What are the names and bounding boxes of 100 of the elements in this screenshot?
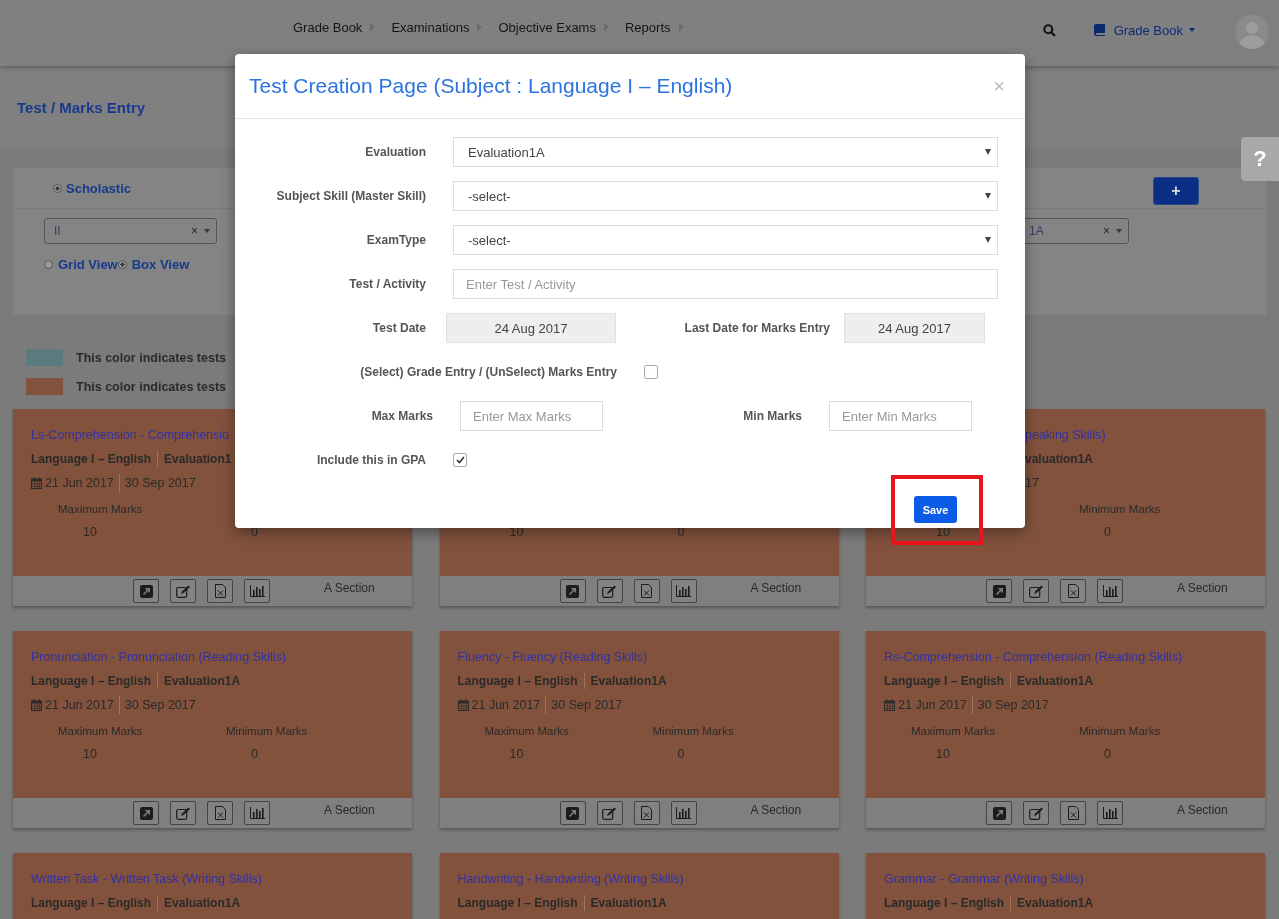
radio-icon[interactable] <box>53 183 62 193</box>
section-label: A Section <box>750 581 802 595</box>
help-button[interactable]: ? <box>1241 137 1279 181</box>
max-marks-label: Maximum Marks <box>58 503 143 515</box>
bar-chart-icon <box>249 807 265 819</box>
nav-menu-item[interactable]: Objective Exams <box>498 19 609 35</box>
edit-icon <box>602 806 617 820</box>
radio-option[interactable]: Scholastic <box>53 180 132 196</box>
checkbox[interactable] <box>453 453 467 467</box>
spreadsheet-file-icon <box>1067 584 1079 598</box>
spreadsheet-file-icon <box>214 806 226 820</box>
radio-icon[interactable] <box>44 260 53 269</box>
radio-icon[interactable] <box>117 260 127 269</box>
start-date: 21 Jun 2017 <box>898 698 967 712</box>
report-button[interactable] <box>244 801 270 825</box>
close-button[interactable]: × <box>987 73 1011 99</box>
bar-chart-icon <box>1102 585 1118 597</box>
arrow-square-icon <box>992 584 1006 598</box>
nav-menu-item[interactable]: Grade Book <box>293 19 376 35</box>
report-button[interactable] <box>1097 579 1123 603</box>
search-icon[interactable] <box>1042 23 1056 37</box>
evaluation-text: valuation1A <box>1025 452 1093 466</box>
radio-option[interactable]: Box View <box>117 257 190 272</box>
field-label: (Select) Grade Entry / (UnSelect) Marks Entry <box>359 365 617 379</box>
bar-chart-icon <box>676 585 691 597</box>
edit-button[interactable] <box>1023 579 1049 603</box>
report-button[interactable] <box>670 579 697 603</box>
open-button[interactable] <box>559 801 586 825</box>
open-button[interactable] <box>133 801 159 825</box>
radio-label: Box View <box>131 257 190 272</box>
edit-button[interactable] <box>596 801 623 825</box>
calendar-icon <box>31 699 42 711</box>
field-label: Test Date <box>371 321 426 335</box>
min-marks-value: 0 <box>1104 747 1111 761</box>
arrow-square-icon <box>566 806 579 820</box>
edit-icon <box>602 584 617 598</box>
dropdown-field[interactable]: -select- <box>453 225 998 255</box>
report-button[interactable] <box>670 801 697 825</box>
edit-button[interactable] <box>596 579 623 603</box>
end-date: 30 Sep 2017 <box>124 698 196 712</box>
nav-menu-item[interactable]: Examinations <box>391 19 483 35</box>
calendar-icon <box>31 477 42 489</box>
edit-button[interactable] <box>170 579 196 603</box>
open-button[interactable] <box>133 579 159 603</box>
arrow-square-icon <box>139 584 153 598</box>
report-button[interactable] <box>244 579 270 603</box>
open-button[interactable] <box>986 801 1012 825</box>
evaluation-text: Evaluation1A <box>590 674 667 688</box>
legend-text: This color indicates tests <box>76 350 227 365</box>
checkbox[interactable] <box>644 365 658 379</box>
module-menu[interactable]: Grade Book <box>1093 22 1195 38</box>
evaluation-text: Evaluation1A <box>164 896 241 910</box>
excel-button[interactable] <box>1060 579 1086 603</box>
calendar-icon <box>457 699 469 711</box>
number-input-field[interactable]: Enter Min Marks <box>829 401 972 431</box>
edit-button[interactable] <box>170 801 196 825</box>
subject-text: Language I – English <box>31 674 152 688</box>
end-date: 30 Sep 2017 <box>551 698 623 712</box>
dropdown-field[interactable]: -select- <box>453 181 998 211</box>
section-label: A Section <box>1177 581 1228 595</box>
open-button[interactable] <box>986 579 1012 603</box>
radio-option[interactable]: Grid View <box>44 257 118 272</box>
field-label: ExamType <box>365 233 426 247</box>
start-date: 21 Jun 2017 <box>45 476 114 490</box>
excel-button[interactable] <box>207 801 233 825</box>
spreadsheet-file-icon <box>214 584 226 598</box>
edit-button[interactable] <box>1023 801 1049 825</box>
arrow-square-icon <box>992 806 1006 820</box>
min-marks-value: 0 <box>251 747 258 761</box>
excel-button[interactable] <box>633 579 660 603</box>
class-select[interactable]: II × <box>44 218 217 244</box>
number-input-field[interactable]: Enter Max Marks <box>460 401 603 431</box>
radio-label: Scholastic <box>66 180 132 196</box>
section-label: A Section <box>1177 803 1228 817</box>
min-marks-label: Minimum Marks <box>1079 503 1161 515</box>
add-button[interactable]: + <box>1153 177 1199 205</box>
bar-chart-icon <box>1102 807 1118 819</box>
nav-menu-item[interactable]: Reports <box>624 19 684 35</box>
excel-button[interactable] <box>207 579 233 603</box>
date-field[interactable]: 24 Aug 2017 <box>844 313 985 343</box>
field-label: Test / Activity <box>348 277 426 291</box>
edit-icon <box>1028 806 1044 820</box>
section-label: A Section <box>324 803 375 817</box>
min-marks-label: Minimum Marks <box>226 725 308 737</box>
calendar-icon <box>884 699 895 711</box>
excel-button[interactable] <box>633 801 660 825</box>
evaluation-text: Evaluation1A <box>1017 674 1094 688</box>
text-input-field[interactable]: Enter Test / Activity <box>453 269 998 299</box>
spreadsheet-file-icon <box>641 584 652 598</box>
date-field[interactable]: 24 Aug 2017 <box>446 313 616 343</box>
save-button[interactable]: Save <box>914 496 957 523</box>
open-button[interactable] <box>559 579 586 603</box>
start-date: 21 Jun 2017 <box>45 698 114 712</box>
report-button[interactable] <box>1097 801 1123 825</box>
radio-label: Grid View <box>58 257 118 272</box>
dropdown-field[interactable]: Evaluation1A <box>453 137 998 167</box>
legend-text: This color indicates tests <box>76 379 227 394</box>
excel-button[interactable] <box>1060 801 1086 825</box>
subject-text: Language I – English <box>457 896 578 910</box>
page-title: Test / Marks Entry <box>17 98 146 116</box>
